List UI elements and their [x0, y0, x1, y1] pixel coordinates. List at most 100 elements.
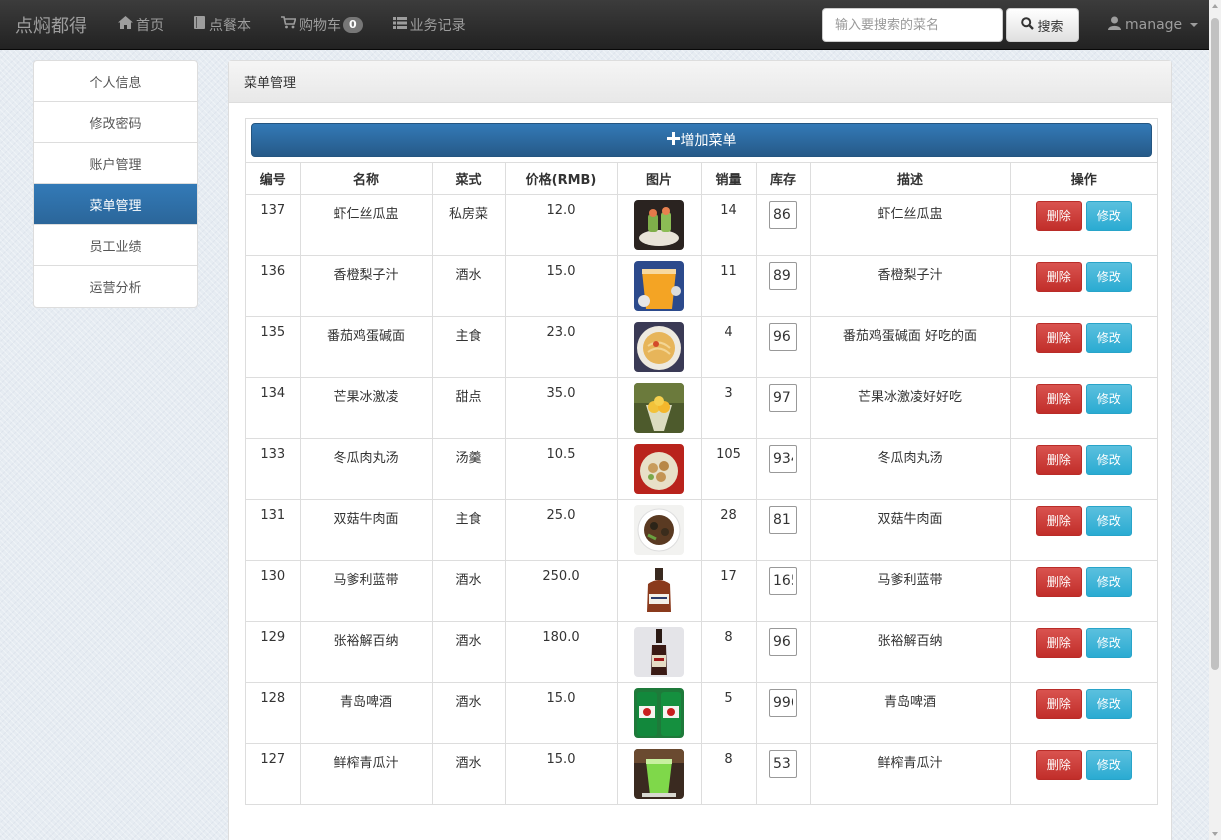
- mango-icecream-image: [634, 382, 684, 433]
- add-menu-button[interactable]: 增加菜单: [251, 123, 1152, 157]
- search-icon: [1021, 16, 1035, 34]
- cell-image: [617, 438, 702, 500]
- cell-type: 酒水: [432, 682, 506, 744]
- stock-input[interactable]: [769, 261, 797, 290]
- sidebar-item-menu-management[interactable]: 菜单管理: [34, 184, 197, 225]
- delete-button[interactable]: 删除: [1035, 627, 1082, 658]
- sidebar-item-staff-performance[interactable]: 员工业绩: [34, 225, 197, 266]
- cell-image: [617, 560, 702, 622]
- cell-sales: 105: [701, 438, 757, 500]
- cell-actions: 删除 修改: [1010, 560, 1157, 622]
- sidebar-item-account-management[interactable]: 账户管理: [34, 143, 197, 184]
- sidebar-item-operations-analysis[interactable]: 运营分析: [34, 266, 197, 307]
- scroll-down-arrow-icon[interactable]: [1212, 832, 1218, 836]
- cell-type: 私房菜: [432, 194, 506, 256]
- table-row: 136香橙梨子汁酒水15.011香橙梨子汁删除修改: [246, 255, 1157, 317]
- cell-id: 127: [246, 743, 301, 804]
- edit-button[interactable]: 修改: [1085, 688, 1132, 719]
- nav-menu-book[interactable]: 点餐本: [179, 0, 266, 50]
- nav-cart[interactable]: 购物车 0: [266, 0, 378, 50]
- user-icon: [1108, 16, 1121, 34]
- stock-input[interactable]: [769, 444, 797, 473]
- stock-input[interactable]: [769, 505, 797, 534]
- nav-home[interactable]: 首页: [103, 0, 179, 50]
- cell-image: [617, 316, 702, 378]
- delete-button[interactable]: 删除: [1035, 322, 1082, 353]
- edit-button[interactable]: 修改: [1085, 383, 1132, 414]
- cell-description: 鲜榨青瓜汁: [810, 743, 1011, 804]
- stock-input[interactable]: [769, 749, 797, 778]
- cell-image: [617, 621, 702, 683]
- cell-name: 番茄鸡蛋碱面: [300, 316, 433, 378]
- sidebar-item-change-password[interactable]: 修改密码: [34, 102, 197, 143]
- delete-button[interactable]: 删除: [1035, 444, 1082, 475]
- stock-input[interactable]: [769, 383, 797, 412]
- cell-sales: 17: [701, 560, 757, 622]
- home-icon: [118, 16, 133, 33]
- edit-button[interactable]: 修改: [1085, 322, 1132, 353]
- cell-description: 芒果冰激凌好好吃: [810, 377, 1011, 439]
- delete-button[interactable]: 删除: [1035, 688, 1082, 719]
- user-menu[interactable]: manage: [1108, 0, 1199, 50]
- delete-button[interactable]: 删除: [1035, 200, 1082, 231]
- cell-stock: [756, 194, 811, 256]
- row-actions: 删除 修改: [1011, 505, 1158, 536]
- cell-price: 25.0: [505, 499, 618, 561]
- nav-menu-book-label: 点餐本: [209, 17, 251, 34]
- cell-image: [617, 194, 702, 256]
- cell-name: 马爹利蓝带: [300, 560, 433, 622]
- stock-input[interactable]: [769, 322, 797, 351]
- delete-button[interactable]: 删除: [1035, 505, 1082, 536]
- book-icon: [194, 16, 206, 33]
- cell-description: 虾仁丝瓜盅: [810, 194, 1011, 256]
- stock-input[interactable]: [769, 566, 797, 595]
- edit-button[interactable]: 修改: [1085, 200, 1132, 231]
- header-description: 描述: [810, 163, 1011, 195]
- edit-button[interactable]: 修改: [1085, 749, 1132, 780]
- page-scrollbar[interactable]: [1209, 0, 1221, 840]
- search-button-label: 搜索: [1037, 19, 1064, 35]
- list-icon: [392, 16, 407, 33]
- delete-button[interactable]: 删除: [1035, 261, 1082, 292]
- cell-type: 酒水: [432, 743, 506, 804]
- nav-cart-label: 购物车: [299, 17, 341, 34]
- edit-button[interactable]: 修改: [1085, 261, 1132, 292]
- cell-actions: 删除 修改: [1010, 438, 1157, 500]
- cell-image: [617, 743, 702, 804]
- cell-stock: [756, 377, 811, 439]
- cell-sales: 11: [701, 255, 757, 317]
- cell-id: 128: [246, 682, 301, 744]
- cell-name: 冬瓜肉丸汤: [300, 438, 433, 500]
- cell-stock: [756, 316, 811, 378]
- brand-logo[interactable]: 点焖都得: [15, 12, 87, 38]
- edit-button[interactable]: 修改: [1085, 444, 1132, 475]
- cell-id: 133: [246, 438, 301, 500]
- cell-sales: 14: [701, 194, 757, 256]
- scrollbar-thumb[interactable]: [1211, 18, 1219, 670]
- stock-input[interactable]: [769, 200, 797, 229]
- cell-name: 香橙梨子汁: [300, 255, 433, 317]
- edit-button[interactable]: 修改: [1085, 627, 1132, 658]
- scroll-up-arrow-icon[interactable]: [1212, 4, 1218, 8]
- edit-button[interactable]: 修改: [1085, 566, 1132, 597]
- menu-management-panel: 菜单管理 增加菜单 编号 名称 菜式 价格(RMB) 图片 销量 库存 描述 操…: [228, 60, 1172, 840]
- cell-actions: 删除 修改: [1010, 743, 1157, 804]
- edit-button[interactable]: 修改: [1085, 505, 1132, 536]
- add-row: 增加菜单: [246, 119, 1157, 163]
- nav-business-records[interactable]: 业务记录: [378, 0, 481, 50]
- stock-input[interactable]: [769, 688, 797, 717]
- cell-id: 130: [246, 560, 301, 622]
- cell-id: 134: [246, 377, 301, 439]
- sidebar-item-profile[interactable]: 个人信息: [34, 61, 197, 102]
- table-row: 130马爹利蓝带酒水250.017马爹利蓝带删除修改: [246, 560, 1157, 622]
- cell-type: 酒水: [432, 621, 506, 683]
- delete-button[interactable]: 删除: [1035, 749, 1082, 780]
- table-row: 131双菇牛肉面主食25.028双菇牛肉面删除修改: [246, 499, 1158, 561]
- stock-input[interactable]: [769, 627, 797, 656]
- cell-stock: [756, 438, 811, 500]
- delete-button[interactable]: 删除: [1035, 566, 1082, 597]
- search-button[interactable]: 搜索: [1006, 8, 1079, 42]
- search-input[interactable]: [822, 8, 1003, 42]
- delete-button[interactable]: 删除: [1035, 383, 1082, 414]
- table-row: 128青岛啤酒酒水15.05青岛啤酒删除修改: [246, 682, 1157, 744]
